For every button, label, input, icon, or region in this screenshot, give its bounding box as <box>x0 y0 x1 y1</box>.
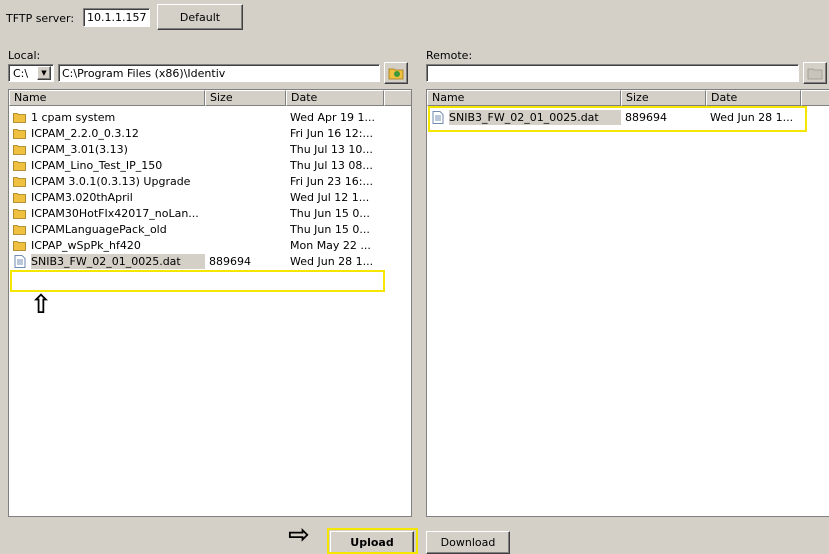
local-file-list[interactable]: Name Size Date 1 cpam system Wed Apr 19 1… <box>8 89 412 517</box>
local-cell-name: ICPAMLanguagePack_old <box>31 223 167 236</box>
folder-icon <box>13 224 26 235</box>
local-cell-size: 889694 <box>209 255 251 268</box>
download-button[interactable]: Download <box>426 531 510 554</box>
local-cell-date: Mon May 22 ... <box>290 239 371 252</box>
local-cell-date: Thu Jun 15 0... <box>290 223 370 236</box>
local-col-filler <box>384 90 411 106</box>
local-row[interactable]: SNIB3_FW_02_01_0025.dat 889694 Wed Jun 28 … <box>9 254 411 269</box>
folder-icon <box>13 176 26 187</box>
local-col-date[interactable]: Date <box>286 90 384 106</box>
local-cell-name: ICPAP_wSpPk_hf420 <box>31 239 141 252</box>
default-button[interactable]: Default <box>157 4 243 30</box>
remote-refresh-button[interactable] <box>803 62 827 84</box>
folder-icon <box>13 128 26 139</box>
remote-col-size[interactable]: Size <box>621 90 706 106</box>
local-row[interactable]: ICPAP_wSpPk_hf420 Mon May 22 ... <box>9 238 411 253</box>
folder-icon <box>13 144 26 155</box>
upload-arrow-icon: ⇨ <box>288 520 310 550</box>
local-cell-name: 1 cpam system <box>31 111 116 124</box>
remote-col-date[interactable]: Date <box>706 90 801 106</box>
local-refresh-button[interactable] <box>384 62 408 84</box>
drive-select[interactable]: C:\ ▼ <box>8 64 54 82</box>
local-row[interactable]: ICPAM3.020thApril Wed Jul 12 1... <box>9 190 411 205</box>
local-cell-date: Fri Jun 16 12:... <box>290 127 373 140</box>
file-icon <box>432 111 444 124</box>
local-cell-date: Thu Jul 13 10... <box>290 143 373 156</box>
drive-value: C:\ <box>13 67 29 80</box>
local-cell-name: ICPAM_2.2.0_0.3.12 <box>31 127 139 140</box>
local-row[interactable]: ICPAM 3.0.1(0.3.13) Upgrade Fri Jun 23 16… <box>9 174 411 189</box>
local-cell-date: Wed Jun 28 1... <box>290 255 374 268</box>
tftp-server-input[interactable]: 10.1.1.157 <box>83 8 150 27</box>
local-path-value: C:\Program Files (x86)\Identiv <box>62 67 226 80</box>
remote-col-name[interactable]: Name <box>427 90 621 106</box>
refresh-folder-icon <box>388 68 404 80</box>
local-row[interactable]: ICPAM_2.2.0_0.3.12 Fri Jun 16 12:... <box>9 126 411 141</box>
remote-col-filler <box>801 90 829 106</box>
folder-icon <box>13 192 26 203</box>
tftp-server-value: 10.1.1.157 <box>87 11 147 24</box>
upload-source-arrow: ⇧ <box>30 290 52 320</box>
remote-label: Remote: <box>426 49 473 62</box>
file-icon <box>14 255 26 268</box>
local-row[interactable]: ICPAM30HotFIx42017_noLan... Thu Jun 15 0.… <box>9 206 411 221</box>
remote-cell-date: Wed Jun 28 1... <box>710 111 794 124</box>
local-cell-date: Fri Jun 23 16:... <box>290 175 373 188</box>
local-cell-date: Wed Apr 19 1... <box>290 111 375 124</box>
local-row[interactable]: ICPAM_3.01(3.13) Thu Jul 13 10... <box>9 142 411 157</box>
remote-cell-size: 889694 <box>625 111 667 124</box>
folder-icon <box>13 160 26 171</box>
upload-button[interactable]: Upload <box>330 531 414 554</box>
local-cell-date: Wed Jul 12 1... <box>290 191 370 204</box>
local-col-size[interactable]: Size <box>205 90 286 106</box>
local-label: Local: <box>8 49 41 62</box>
remote-path-input[interactable] <box>426 64 799 82</box>
folder-icon <box>13 112 26 123</box>
local-col-name[interactable]: Name <box>9 90 205 106</box>
local-row[interactable]: 1 cpam system Wed Apr 19 1... <box>9 110 411 125</box>
local-cell-name: ICPAM 3.0.1(0.3.13) Upgrade <box>31 175 191 188</box>
local-row[interactable]: ICPAM_Lino_Test_IP_150 Thu Jul 13 08... <box>9 158 411 173</box>
refresh-folder-icon-disabled <box>807 68 823 80</box>
local-path-input[interactable]: C:\Program Files (x86)\Identiv <box>58 64 380 82</box>
folder-icon <box>13 208 26 219</box>
remote-row[interactable]: SNIB3_FW_02_01_0025.dat 889694 Wed Jun 28 … <box>427 110 829 125</box>
tftp-label: TFTP server: <box>6 12 75 25</box>
local-cell-name: ICPAM3.020thApril <box>31 191 133 204</box>
folder-icon <box>13 240 26 251</box>
local-cell-name: ICPAM_Lino_Test_IP_150 <box>31 159 163 172</box>
chevron-down-icon[interactable]: ▼ <box>37 66 51 80</box>
local-row[interactable]: ICPAMLanguagePack_old Thu Jun 15 0... <box>9 222 411 237</box>
local-cell-name: ICPAM30HotFIx42017_noLan... <box>31 207 199 220</box>
local-cell-name: SNIB3_FW_02_01_0025.dat <box>31 254 205 269</box>
local-cell-date: Thu Jun 15 0... <box>290 207 370 220</box>
remote-file-list[interactable]: Name Size Date SNIB3_FW_02_01_0025.dat 88… <box>426 89 829 517</box>
local-cell-date: Thu Jul 13 08... <box>290 159 373 172</box>
local-cell-name: ICPAM_3.01(3.13) <box>31 143 128 156</box>
remote-cell-name: SNIB3_FW_02_01_0025.dat <box>449 110 621 125</box>
